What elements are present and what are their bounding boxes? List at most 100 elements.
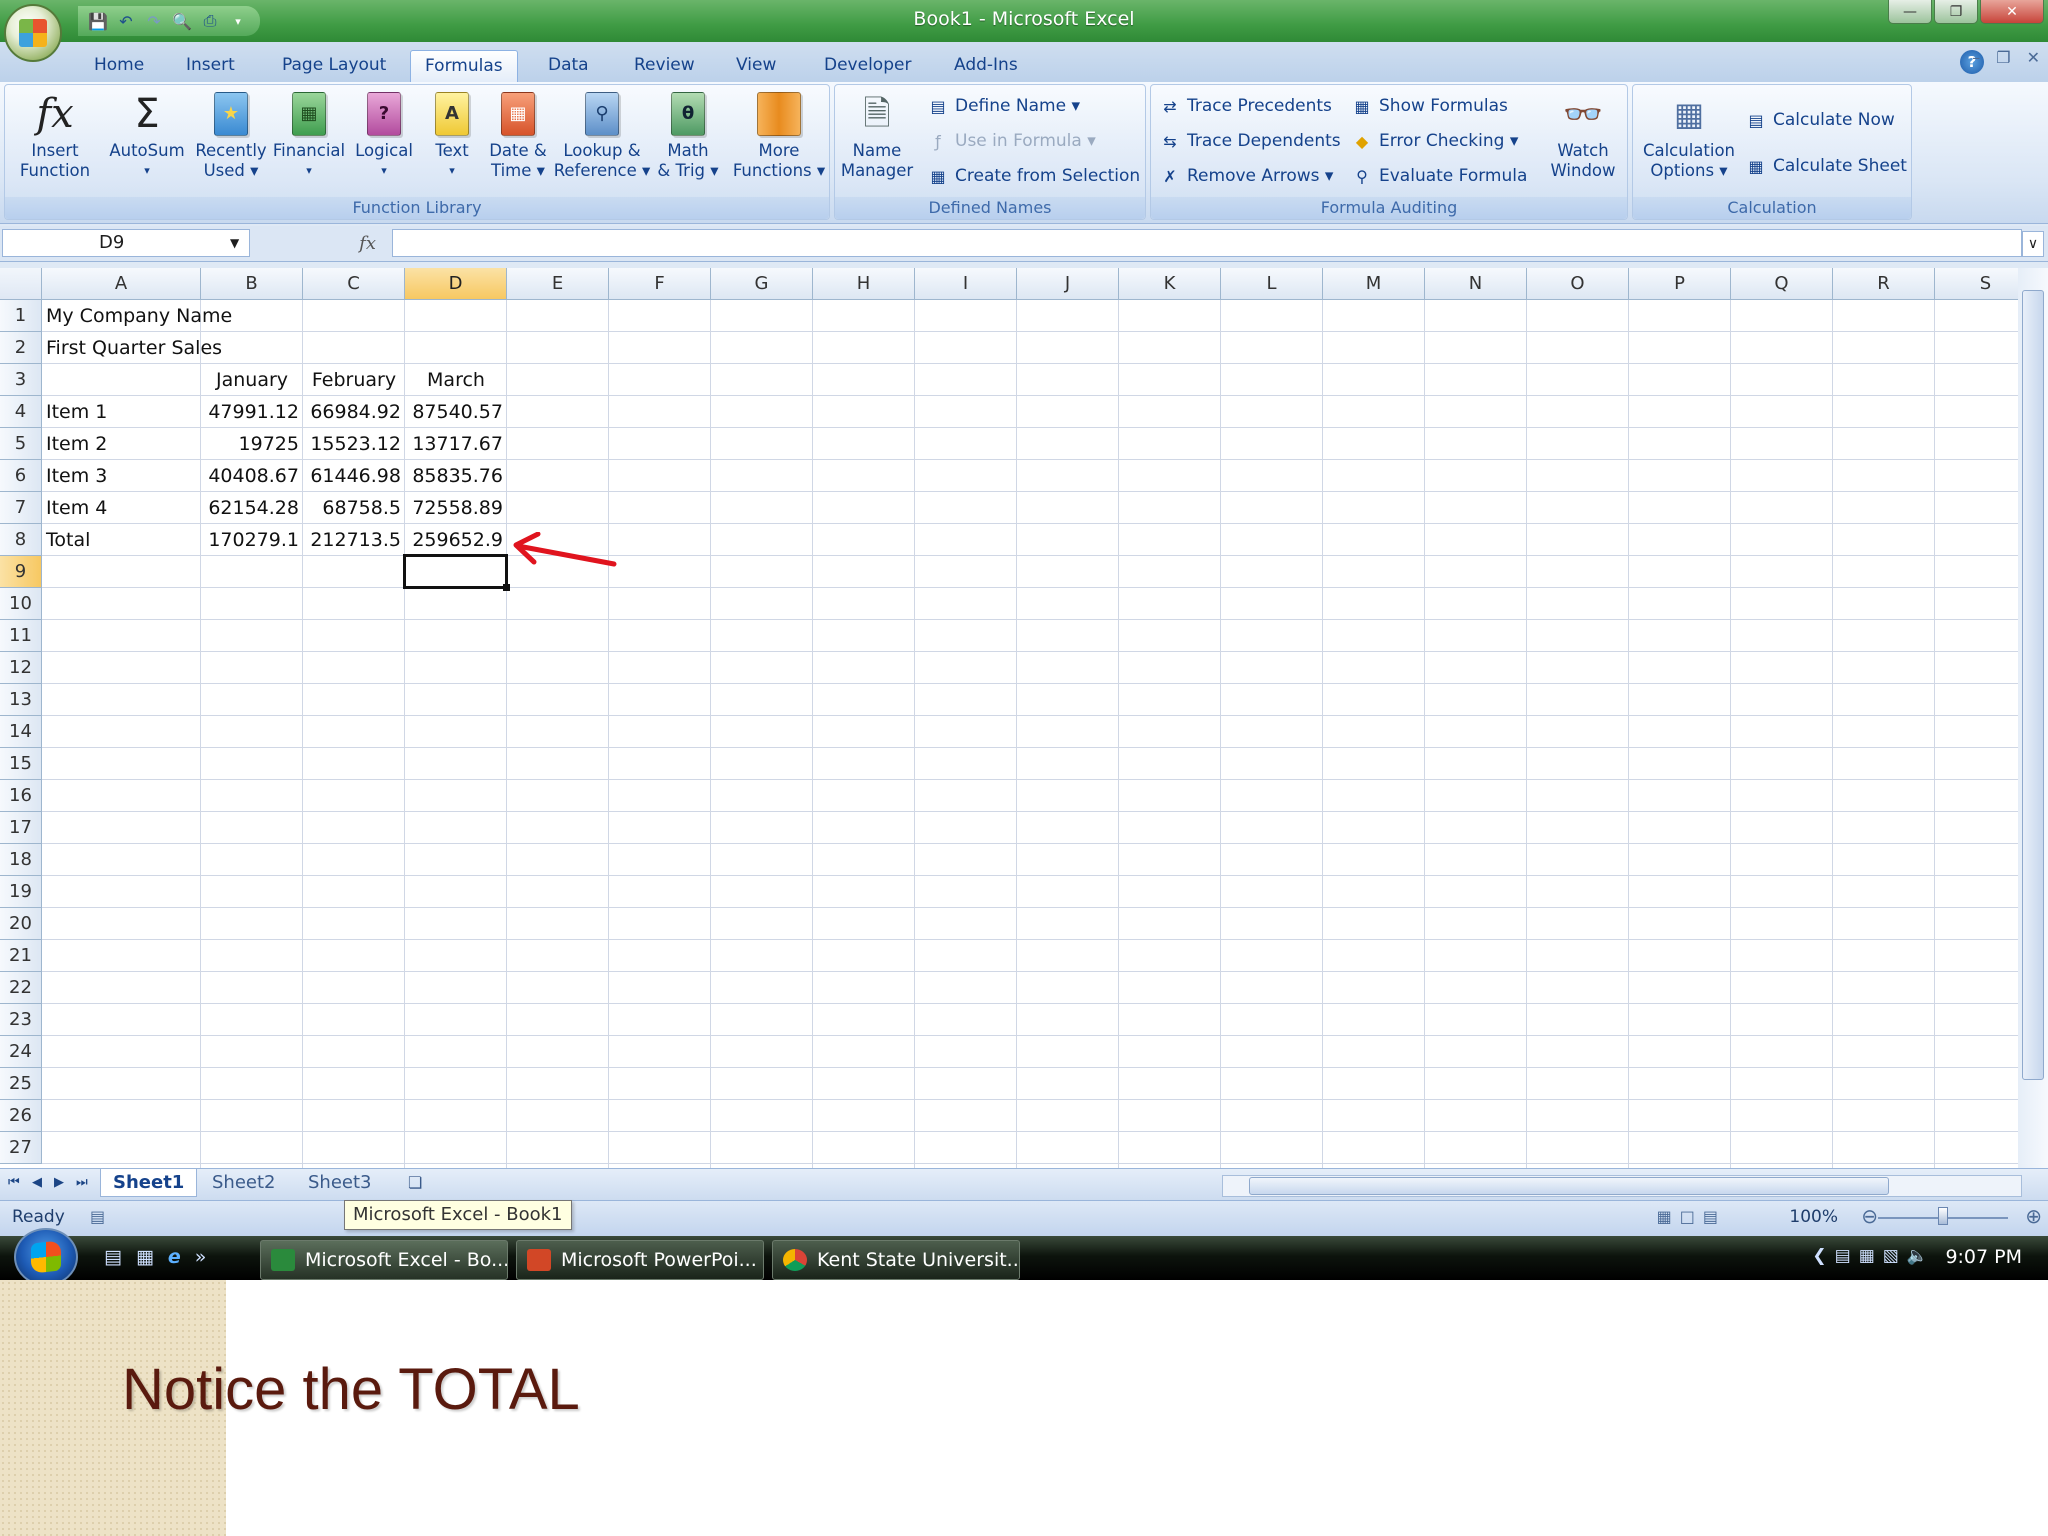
insert-function-button[interactable]: fx Insert Function — [11, 89, 99, 197]
row-header-8[interactable]: 8 — [0, 524, 42, 556]
cell-b3[interactable]: January — [201, 364, 303, 396]
show-formulas-button[interactable]: ▦ Show Formulas — [1351, 91, 1507, 121]
cell-a2[interactable]: First Quarter Sales — [42, 332, 360, 364]
cell-a1[interactable]: My Company Name — [42, 300, 360, 332]
row-header-6[interactable]: 6 — [0, 460, 42, 492]
insert-sheet-icon[interactable]: ❏ — [396, 1169, 434, 1197]
trace-dependents-button[interactable]: ⇆ Trace Dependents — [1159, 126, 1340, 156]
cell-d5[interactable]: 13717.67 — [405, 428, 507, 460]
first-sheet-icon[interactable]: ⏮ — [8, 1175, 20, 1190]
horizontal-scroll-thumb[interactable] — [1249, 1177, 1889, 1195]
normal-view-icon[interactable]: ▦ — [1657, 1207, 1672, 1226]
vertical-scroll-thumb[interactable] — [2022, 290, 2044, 1080]
cell-c3[interactable]: February — [303, 364, 405, 396]
row-header-20[interactable]: 20 — [0, 908, 42, 940]
row-header-26[interactable]: 26 — [0, 1100, 42, 1132]
workbook-close-icon[interactable]: ✕ — [2027, 48, 2040, 67]
row-header-19[interactable]: 19 — [0, 876, 42, 908]
worksheet-grid[interactable]: ABCDEFGHIJKLMNOPQRS 1 2 3 4 5 6 7 8 9 10 11 12 13 14 1… — [0, 268, 2018, 1168]
row-header-1[interactable]: 1 — [0, 300, 42, 332]
row-header-24[interactable]: 24 — [0, 1036, 42, 1068]
column-header-m[interactable]: M — [1323, 268, 1425, 300]
workbook-minimize-icon[interactable]: – — [1972, 48, 1980, 67]
column-header-c[interactable]: C — [303, 268, 405, 300]
zoom-in-icon[interactable]: ⊕ — [2025, 1204, 2042, 1228]
column-header-f[interactable]: F — [609, 268, 711, 300]
formula-input[interactable] — [392, 229, 2022, 257]
use-in-formula-button[interactable]: ƒ Use in Formula ▾ — [927, 126, 1096, 156]
column-header-e[interactable]: E — [507, 268, 609, 300]
autosum-button[interactable]: Σ AutoSum ▾ — [105, 89, 189, 197]
cell-b8[interactable]: 170279.1 — [201, 524, 303, 556]
row-header-15[interactable]: 15 — [0, 748, 42, 780]
column-header-n[interactable]: N — [1425, 268, 1527, 300]
column-header-a[interactable]: A — [42, 268, 201, 300]
name-box-dropdown-icon[interactable]: ▼ — [230, 236, 239, 250]
column-header-r[interactable]: R — [1833, 268, 1935, 300]
column-header-k[interactable]: K — [1119, 268, 1221, 300]
row-header-12[interactable]: 12 — [0, 652, 42, 684]
row-header-23[interactable]: 23 — [0, 1004, 42, 1036]
task-powerpoint[interactable]: Microsoft PowerPoi... — [516, 1240, 764, 1280]
name-manager-button[interactable]: 🗎 Name Manager — [839, 89, 915, 197]
cell-d6[interactable]: 85835.76 — [405, 460, 507, 492]
page-layout-view-icon[interactable]: □ — [1680, 1207, 1695, 1226]
cell-c8[interactable]: 212713.5 — [303, 524, 405, 556]
zoom-level[interactable]: 100% — [1789, 1207, 1838, 1227]
column-header-g[interactable]: G — [711, 268, 813, 300]
show-desktop-icon[interactable]: ▤ — [104, 1246, 122, 1268]
row-header-14[interactable]: 14 — [0, 716, 42, 748]
column-header-j[interactable]: J — [1017, 268, 1119, 300]
define-name-button[interactable]: ▤ Define Name ▾ — [927, 91, 1080, 121]
workbook-restore-icon[interactable]: ❐ — [1996, 48, 2010, 67]
restore-button[interactable]: ❐ — [1934, 0, 1978, 24]
tab-developer[interactable]: Developer — [810, 50, 925, 82]
column-header-s[interactable]: S — [1935, 268, 2018, 300]
tab-view[interactable]: View — [722, 50, 790, 82]
row-header-9[interactable]: 9 — [0, 556, 42, 588]
last-sheet-icon[interactable]: ⏭ — [76, 1175, 88, 1190]
tab-data[interactable]: Data — [534, 50, 603, 82]
task-browser[interactable]: Kent State Universit... — [772, 1240, 1020, 1280]
switch-windows-icon[interactable]: ▦ — [136, 1246, 154, 1268]
tab-insert[interactable]: Insert — [172, 50, 249, 82]
select-all-corner[interactable] — [0, 268, 42, 300]
row-header-18[interactable]: 18 — [0, 844, 42, 876]
column-header-p[interactable]: P — [1629, 268, 1731, 300]
cell-d8[interactable]: 259652.9 — [405, 524, 507, 556]
cell-c4[interactable]: 66984.92 — [303, 396, 405, 428]
more-functions-button[interactable]: More Functions ▾ — [731, 89, 827, 197]
error-checking-button[interactable]: ◆ Error Checking ▾ — [1351, 126, 1519, 156]
cell-c5[interactable]: 15523.12 — [303, 428, 405, 460]
lookup-reference-button[interactable]: ⚲ Lookup & Reference ▾ — [553, 89, 651, 197]
next-sheet-icon[interactable]: ▶ — [54, 1175, 64, 1190]
more-quick-launch-icon[interactable]: » — [195, 1246, 207, 1268]
name-box[interactable]: D9 — [2, 229, 250, 257]
tray-expand-icon[interactable]: ❮ — [1812, 1246, 1826, 1266]
sheet-tab-sheet2[interactable]: Sheet2 — [200, 1169, 288, 1197]
fill-handle[interactable] — [503, 584, 510, 591]
cell-c7[interactable]: 68758.5 — [303, 492, 405, 524]
column-header-i[interactable]: I — [915, 268, 1017, 300]
zoom-slider-thumb[interactable] — [1938, 1207, 1948, 1225]
office-button[interactable] — [4, 4, 62, 62]
tab-home[interactable]: Home — [80, 50, 158, 82]
zoom-out-icon[interactable]: ⊖ — [1861, 1204, 1878, 1228]
row-header-11[interactable]: 11 — [0, 620, 42, 652]
row-header-17[interactable]: 17 — [0, 812, 42, 844]
column-header-l[interactable]: L — [1221, 268, 1323, 300]
vertical-scrollbar[interactable] — [2018, 268, 2048, 1168]
prev-sheet-icon[interactable]: ◀ — [32, 1175, 42, 1190]
column-header-b[interactable]: B — [201, 268, 303, 300]
calculate-now-button[interactable]: ▤ Calculate Now — [1745, 105, 1894, 135]
sheet-tab-sheet1[interactable]: Sheet1 — [100, 1169, 198, 1197]
close-button[interactable]: ✕ — [1980, 0, 2044, 24]
insert-function-fx-icon[interactable]: fx — [256, 229, 388, 257]
tab-page-layout[interactable]: Page Layout — [268, 50, 400, 82]
cell-d3[interactable]: March — [405, 364, 507, 396]
calculation-options-button[interactable]: ▦ Calculation Options ▾ — [1641, 89, 1737, 197]
tab-add-ins[interactable]: Add-Ins — [940, 50, 1032, 82]
sheet-tab-sheet3[interactable]: Sheet3 — [296, 1169, 384, 1197]
column-header-h[interactable]: H — [813, 268, 915, 300]
clock[interactable]: 9:07 PM — [1945, 1246, 2022, 1268]
